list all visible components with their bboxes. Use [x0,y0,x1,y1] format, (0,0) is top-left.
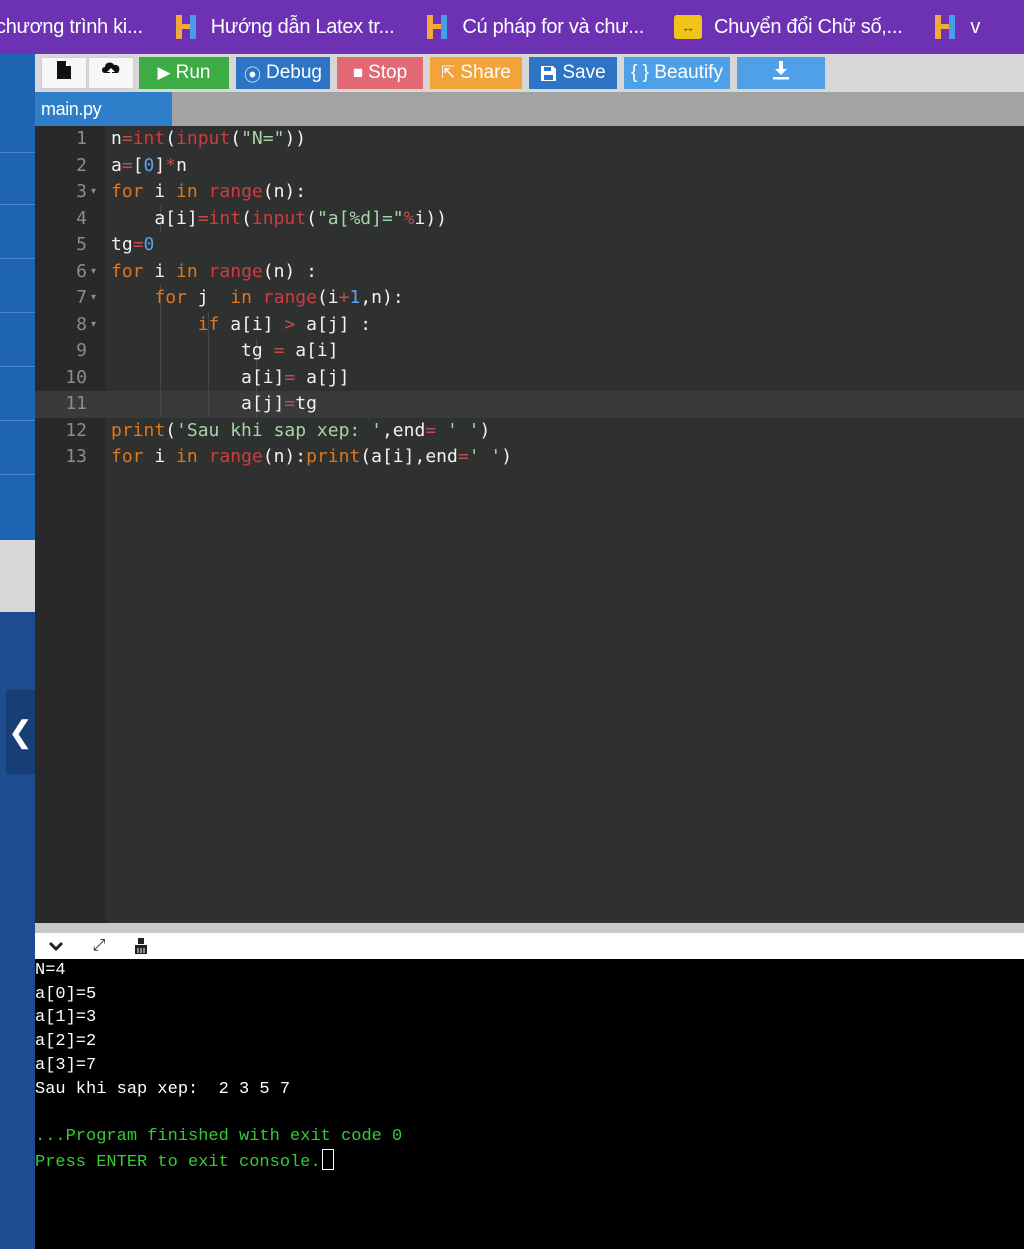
stop-square-icon: ■ [352,63,364,82]
console-toolbar: ⤢ [35,933,1024,959]
bookmark-item[interactable]: chương trình ki... [0,16,143,39]
sidebar-divider [0,152,35,153]
code-line: a[i]=int(input("a[%d]="%i)) [111,207,447,229]
swap-arrows-icon: ↔ [674,15,703,39]
code-editor[interactable]: 1 2 3 ▾ 4 5 6 ▾ 7 ▾ 8 ▾ 9 10 11 12 13 n=… [35,126,1024,923]
panel-splitter[interactable] [35,923,1024,933]
bookmark-item[interactable]: Cú pháp for và chư... [424,13,644,41]
code-line: for i in range(n):print(a[i],end=' ') [111,446,513,467]
line-number: 5 [76,234,87,255]
expand-icon[interactable]: ⤢ [88,936,110,956]
bookmark-label: Hướng dẫn Latex tr... [210,15,395,38]
upload-cloud-icon [100,60,122,86]
bookmark-label: Chuyển đổi Chữ số,... [714,15,903,38]
sidebar-divider [0,204,35,205]
tab-main-py[interactable]: main.py [35,92,172,126]
code-line: for j in range(i+1,n): [154,287,404,308]
line-number: 12 [65,419,87,441]
line-number: 3 [76,181,87,202]
console-line: Sau khi sap xep: 2 3 5 7 [35,1079,291,1099]
sidebar-divider [0,312,35,313]
code-line: a[i]= a[j] [111,366,350,388]
console-line: a[2]=2 [35,1032,97,1052]
editor-toolbar: ▶ Run ⦿ Debug ■ Stop ⇱ Share Save { } Be… [35,54,1024,92]
code-line: tg=0 [111,234,155,255]
beautify-button[interactable]: { } Beautify [624,57,730,89]
collapse-sidebar-icon[interactable]: ❮ [6,690,35,774]
file-icon [56,60,72,86]
share-icon: ⇱ [441,63,456,82]
chevron-down-icon[interactable] [45,936,67,956]
console-line: N=4 [35,961,66,980]
sidebar-divider [0,474,35,475]
debug-button[interactable]: ⦿ Debug [236,57,330,89]
fold-arrow-icon[interactable]: ▾ [91,285,96,312]
code-line: n=int(input("N=")) [111,128,307,149]
code-line: if a[i] > a[j] : [197,313,372,335]
new-file-button[interactable] [41,57,87,89]
line-number: 11 [65,393,87,414]
stop-button[interactable]: ■ Stop [337,57,423,89]
bookmark-item[interactable]: Hướng dẫn Latex tr... [173,13,395,41]
bookmark-label: v [970,15,981,38]
code-line: tg = a[i] [111,340,339,361]
bookmark-item[interactable]: v [932,13,980,41]
console-line: a[3]=7 [35,1055,97,1075]
run-button[interactable]: ▶ Run [139,57,229,89]
line-number: 7 [76,287,87,308]
console-prompt: Press ENTER to exit console. [35,1148,334,1175]
bookmark-label: Cú pháp for và chư... [462,15,645,38]
download-icon [772,60,790,86]
play-icon: ▶ [157,63,171,82]
clear-console-icon[interactable] [130,936,152,956]
h-logo-icon [173,13,199,41]
sidebar-divider [0,420,35,421]
left-sidebar [0,54,35,1249]
line-number: 1 [76,128,87,149]
sidebar-divider [0,366,35,367]
line-number: 4 [76,207,87,229]
line-number: 13 [65,446,87,467]
floppy-disk-icon [540,65,557,82]
code-line: for i in range(n): [111,181,307,202]
debug-icon: ⦿ [244,65,261,85]
line-number: 9 [76,340,87,361]
fold-arrow-icon[interactable]: ▾ [91,179,96,206]
code-line: a[j]=tg [111,393,317,414]
fold-arrow-icon[interactable]: ▾ [91,259,96,286]
bookmarks-bar: chương trình ki... Hướng dẫn Latex tr...… [0,0,1024,54]
console-output[interactable]: N=4 a[0]=5 a[1]=3 a[2]=2 a[3]=7 Sau khi … [35,959,1024,1249]
console-cursor [321,1148,334,1170]
code-line: for i in range(n) : [111,260,317,282]
line-number: 2 [76,154,87,176]
save-button[interactable]: Save [529,57,617,89]
code-line: print('Sau khi sap xep: ',end= ' ') [111,419,491,441]
file-tab-bar: main.py [35,92,1024,126]
bookmark-item[interactable]: ↔ Chuyển đổi Chữ số,... [674,15,903,39]
line-number: 8 [76,313,87,335]
line-number: 6 [76,260,87,282]
bookmark-label: chương trình ki... [0,15,143,38]
sidebar-divider [0,258,35,259]
fold-arrow-icon[interactable]: ▾ [91,312,96,339]
share-button[interactable]: ⇱ Share [430,57,522,89]
h-logo-icon [932,13,958,41]
console-exit-message: ...Program finished with exit code 0 [35,1126,403,1146]
console-line: a[0]=5 [35,984,97,1004]
code-line: a=[0]*n [111,154,187,176]
upload-button[interactable] [88,57,134,89]
sidebar-panel [0,540,35,612]
line-number: 10 [65,366,87,388]
download-button[interactable] [737,57,825,89]
h-logo-icon [424,13,450,41]
console-line: a[1]=3 [35,1008,97,1028]
